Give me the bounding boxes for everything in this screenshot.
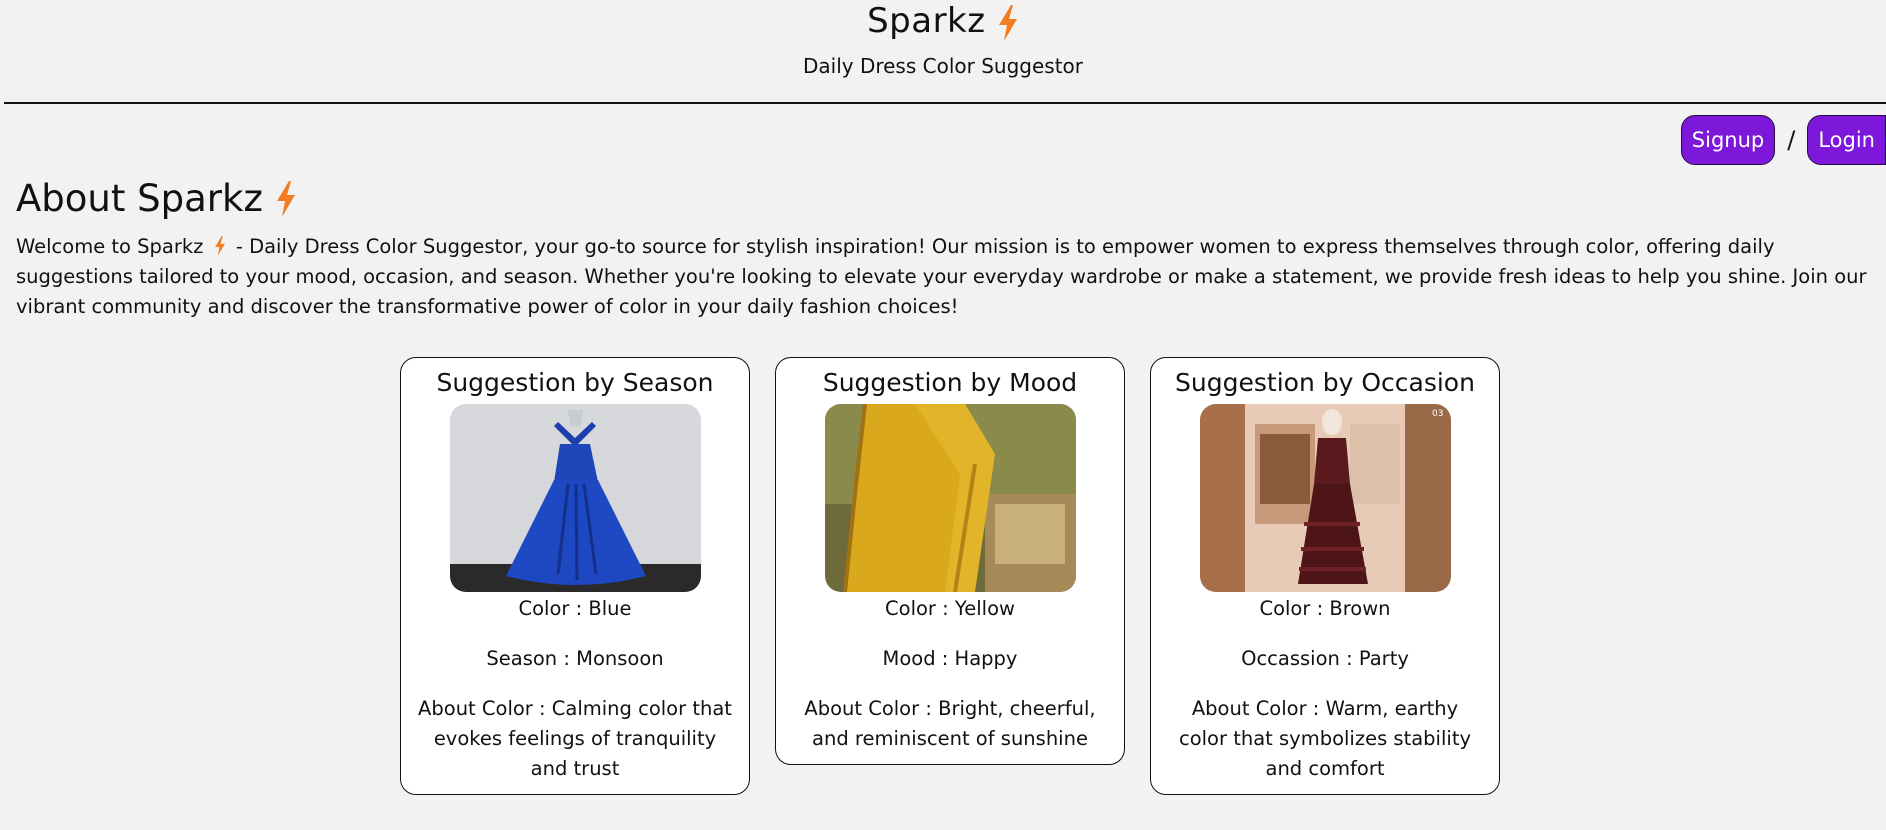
brown-dress-image: 03: [1199, 404, 1451, 592]
auth-controls: Signup / Login: [1680, 115, 1886, 165]
about-text-rest: - Daily Dress Color Suggestor, your go-t…: [16, 235, 1867, 318]
lightning-bolt-icon: [998, 4, 1017, 41]
color-description: About Color : Bright, cheerful, and remi…: [804, 697, 1096, 750]
color-value: Color : Blue: [518, 597, 632, 620]
about-description: Welcome to Sparkz - Daily Dress Color Su…: [16, 232, 1876, 322]
about-text-start: Welcome to Sparkz: [16, 235, 204, 258]
lightning-bolt-icon: [276, 181, 295, 217]
card-title: Suggestion by Occasion: [1175, 368, 1475, 397]
color-description: About Color : Calming color that evokes …: [418, 697, 732, 780]
about-title: About Sparkz: [16, 176, 297, 222]
blue-dress-image: [449, 404, 701, 592]
season-suggestion-card: Suggestion by Season Color : Blue Season…: [400, 357, 750, 795]
color-description: About Color : Warm, earthy color that sy…: [1178, 697, 1471, 780]
signup-button[interactable]: Signup: [1680, 115, 1776, 165]
lightning-bolt-icon: [214, 236, 225, 256]
card-title: Suggestion by Season: [436, 368, 714, 397]
mood-value: Mood : Happy: [882, 647, 1018, 670]
about-title-text: About Sparkz: [16, 177, 263, 220]
occasion-value: Occassion : Party: [1241, 647, 1409, 670]
yellow-saree-image: [824, 404, 1076, 592]
brand-title: Sparkz: [0, 0, 1886, 42]
mood-suggestion-card: Suggestion by Mood Color : Yellow Mood :…: [775, 357, 1125, 765]
watermark-logo: 03: [1432, 409, 1443, 419]
login-button[interactable]: Login: [1807, 115, 1886, 165]
tagline: Daily Dress Color Suggestor: [802, 54, 1083, 78]
auth-separator: /: [1787, 126, 1796, 154]
occasion-suggestion-card: Suggestion by Occasion 03 Color : Brown …: [1150, 357, 1500, 795]
color-value: Color : Yellow: [885, 597, 1015, 620]
color-value: Color : Brown: [1259, 597, 1391, 620]
header-divider: [4, 102, 1886, 104]
season-value: Season : Monsoon: [486, 647, 664, 670]
brand-name: Sparkz: [867, 1, 986, 41]
card-title: Suggestion by Mood: [822, 368, 1078, 397]
